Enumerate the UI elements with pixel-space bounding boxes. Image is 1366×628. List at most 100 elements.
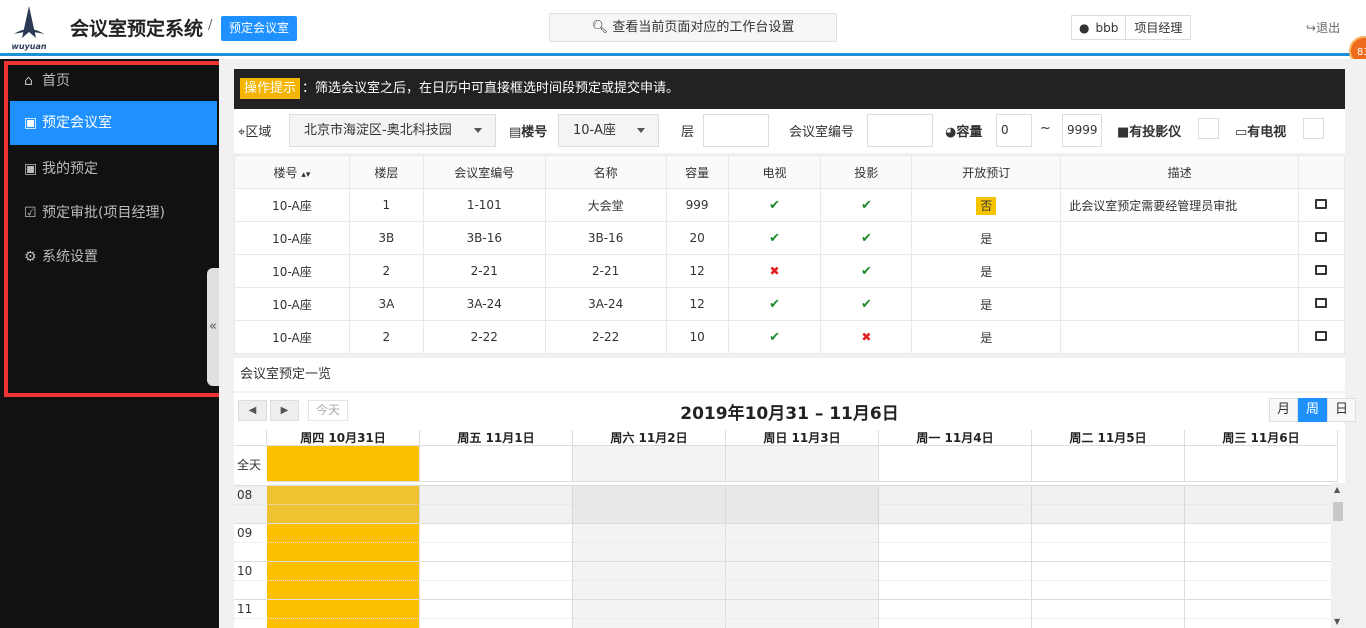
sidebar: ⌂ 首页 ▣ 预定会议室 ▣ 我的预定 ☑ 预定审批(项目经理) ⚙ 系统设置 bbox=[0, 59, 219, 628]
cell-name: 3A-24 bbox=[544, 287, 667, 321]
allday-cell[interactable] bbox=[1032, 446, 1185, 482]
table-row[interactable]: 10-A座 2 2-22 2-22 10 ✔ ✖ 是 bbox=[234, 320, 1346, 354]
capacity-max-input[interactable]: 9999 bbox=[1062, 114, 1102, 147]
cell-image[interactable] bbox=[1297, 320, 1346, 354]
scroll-down-icon: ▼ bbox=[1334, 617, 1341, 626]
tv-checkbox[interactable] bbox=[1303, 118, 1324, 139]
hour-label: 08 bbox=[237, 488, 253, 502]
view-month-button[interactable]: 月 bbox=[1269, 398, 1298, 422]
workbench-settings-button[interactable]: 🔍︎ 查看当前页面对应的工作台设置 bbox=[549, 13, 837, 42]
filter-bar: ⌖区域 北京市海淀区-奥北科技园 ▤楼号 10-A座 层 会议室编号 ◕容量 0… bbox=[234, 109, 1345, 153]
user-box[interactable]: ● bbb 项目经理 bbox=[1071, 15, 1192, 40]
room-no-input[interactable] bbox=[867, 114, 933, 147]
sidebar-item-settings[interactable]: ⚙ 系统设置 bbox=[10, 235, 217, 279]
calendar-day-header[interactable]: 周六 11月2日 bbox=[573, 430, 726, 446]
table-row[interactable]: 10-A座 2 2-21 2-21 12 ✖ ✔ 是 bbox=[234, 254, 1346, 288]
cell-tv: ✔ bbox=[727, 221, 822, 255]
picture-icon[interactable] bbox=[1315, 232, 1328, 242]
allday-cell[interactable] bbox=[1185, 446, 1338, 482]
cell-image[interactable] bbox=[1297, 287, 1346, 321]
col-header-building[interactable]: 楼号 ▴▾ bbox=[234, 155, 350, 189]
monitor-icon: ▭ bbox=[1235, 125, 1248, 140]
col-header-capacity[interactable]: 容量 bbox=[665, 155, 729, 189]
floor-input[interactable] bbox=[703, 114, 769, 147]
cell-floor: 2 bbox=[348, 320, 424, 354]
cell-image[interactable] bbox=[1297, 254, 1346, 288]
picture-icon[interactable] bbox=[1315, 298, 1328, 308]
picture-icon[interactable] bbox=[1315, 199, 1328, 209]
hour-label: 11 bbox=[237, 602, 253, 616]
col-header-room-no[interactable]: 会议室编号 bbox=[422, 155, 546, 189]
table-row[interactable]: 10-A座 1 1-101 大会堂 999 ✔ ✔ 否 此会议室预定需要经管理员审批 bbox=[234, 188, 1346, 222]
sidebar-item-home[interactable]: ⌂ 首页 bbox=[10, 59, 217, 103]
sidebar-item-approval[interactable]: ☑ 预定审批(项目经理) bbox=[10, 191, 217, 235]
wuyuan-logo-icon[interactable]: wuyuan bbox=[8, 4, 50, 52]
sidebar-collapse-toggle[interactable]: « bbox=[207, 268, 219, 386]
logout-button[interactable]: ↪退出 bbox=[1306, 19, 1340, 36]
user-circle-icon: ◕ bbox=[945, 125, 957, 140]
sidebar-item-label: 我的预定 bbox=[42, 161, 98, 177]
calendar-check-icon: ▣ bbox=[24, 161, 38, 177]
allday-cell[interactable] bbox=[420, 446, 573, 482]
cell-projector: ✖ bbox=[820, 320, 913, 354]
cell-image[interactable] bbox=[1297, 188, 1346, 222]
calendar-day-header[interactable]: 周一 11月4日 bbox=[879, 430, 1032, 446]
sidebar-item-my-bookings[interactable]: ▣ 我的预定 bbox=[10, 147, 217, 191]
hour-line bbox=[234, 599, 1338, 600]
sign-out-icon: ↪ bbox=[1306, 21, 1317, 35]
calendar-week-grid[interactable]: 周四 10月31日 周五 11月1日 周六 11月2日 周日 11月3日 周一 11月4… bbox=[234, 430, 1345, 628]
scroll-thumb[interactable] bbox=[1333, 502, 1343, 521]
tip-text: ：筛选会议室之后，在日历中可直接框选时间段预定或提交申请。 bbox=[302, 81, 680, 96]
calendar-day-header[interactable]: 周四 10月31日 bbox=[267, 430, 420, 446]
room-no-label: 会议室编号 bbox=[789, 125, 855, 140]
col-header-desc[interactable]: 描述 bbox=[1060, 155, 1299, 189]
breadcrumb-separator: / bbox=[208, 18, 213, 33]
breadcrumb-current[interactable]: 预定会议室 bbox=[221, 16, 298, 41]
area-label: ⌖区域 bbox=[238, 125, 272, 140]
allday-cell[interactable] bbox=[726, 446, 879, 482]
building-select[interactable]: 10-A座 bbox=[558, 114, 659, 147]
table-row[interactable]: 10-A座 3B 3B-16 3B-16 20 ✔ ✔ 是 bbox=[234, 221, 1346, 255]
cell-image[interactable] bbox=[1297, 221, 1346, 255]
check-icon: ✔ bbox=[769, 230, 780, 246]
projector-checkbox[interactable] bbox=[1198, 118, 1219, 139]
calendar-day-header[interactable]: 周三 11月6日 bbox=[1185, 430, 1338, 446]
cell-projector: ✔ bbox=[820, 254, 913, 288]
allday-cell[interactable] bbox=[879, 446, 1032, 482]
home-icon: ⌂ bbox=[24, 73, 33, 89]
main-content: 操作提示 ：筛选会议室之后，在日历中可直接框选时间段预定或提交申请。 ⌖区域 北京… bbox=[219, 59, 1366, 628]
cell-open: 是 bbox=[911, 221, 1062, 255]
cell-open: 是 bbox=[911, 320, 1062, 354]
table-row[interactable]: 10-A座 3A 3A-24 3A-24 12 ✔ ✔ 是 bbox=[234, 287, 1346, 321]
col-header-image bbox=[1297, 155, 1346, 189]
cell-capacity: 10 bbox=[665, 320, 729, 354]
view-week-button[interactable]: 周 bbox=[1298, 398, 1327, 422]
allday-label: 全天 bbox=[237, 458, 262, 472]
cell-name: 2-21 bbox=[544, 254, 667, 288]
view-day-button[interactable]: 日 bbox=[1327, 398, 1356, 422]
half-hour-line bbox=[234, 542, 1338, 543]
cell-building: 10-A座 bbox=[234, 254, 350, 288]
allday-cell[interactable] bbox=[267, 446, 420, 482]
capacity-min-input[interactable]: 0 bbox=[996, 114, 1032, 147]
calendar-day-header[interactable]: 周日 11月3日 bbox=[726, 430, 879, 446]
allday-cell[interactable] bbox=[573, 446, 726, 482]
sidebar-item-book-room[interactable]: ▣ 预定会议室 bbox=[10, 101, 217, 145]
calendar-scrollbar[interactable]: ▲ ▼ bbox=[1331, 483, 1345, 628]
col-header-name[interactable]: 名称 bbox=[544, 155, 667, 189]
calendar-day-header[interactable]: 周二 11月5日 bbox=[1032, 430, 1185, 446]
col-header-tv[interactable]: 电视 bbox=[727, 155, 822, 189]
col-header-floor[interactable]: 楼层 bbox=[348, 155, 424, 189]
area-select[interactable]: 北京市海淀区-奥北科技园 bbox=[289, 114, 496, 147]
picture-icon[interactable] bbox=[1315, 331, 1328, 341]
cell-room-no: 2-21 bbox=[422, 254, 546, 288]
cell-projector: ✔ bbox=[820, 188, 913, 222]
col-header-open[interactable]: 开放预订 bbox=[911, 155, 1062, 189]
calendar-day-header[interactable]: 周五 11月1日 bbox=[420, 430, 573, 446]
picture-icon[interactable] bbox=[1315, 265, 1328, 275]
cell-projector: ✔ bbox=[820, 287, 913, 321]
cell-floor: 3A bbox=[348, 287, 424, 321]
col-header-projector[interactable]: 投影 bbox=[820, 155, 913, 189]
user-icon: ● bbox=[1079, 20, 1090, 35]
half-hour-line bbox=[234, 504, 1338, 505]
